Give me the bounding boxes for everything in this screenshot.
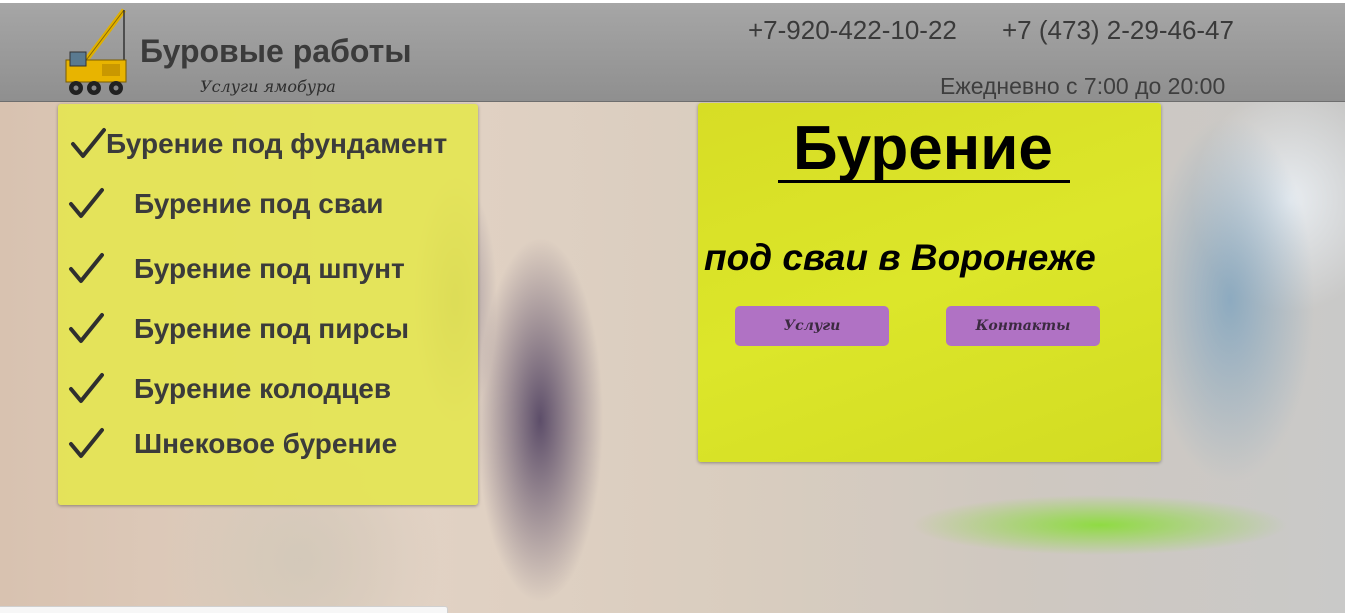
- phone-number-mobile[interactable]: +7-920-422-10-22: [748, 15, 957, 46]
- site-subtitle: Услуги ямобура: [200, 77, 336, 96]
- services-list-panel: Бурение под фундамент Бурение под сваи Б…: [58, 104, 478, 505]
- service-item-foundation[interactable]: Бурение под фундамент: [70, 124, 447, 164]
- service-item-piers[interactable]: Бурение под пирсы: [68, 309, 409, 349]
- check-icon: [69, 188, 104, 218]
- check-icon: [71, 128, 106, 158]
- service-label: Бурение под шпунт: [134, 253, 405, 284]
- bottom-content-edge: [0, 606, 448, 613]
- service-item-piles[interactable]: Бурение под сваи: [68, 184, 384, 224]
- service-label: Бурение колодцев: [134, 373, 392, 404]
- service-item-auger[interactable]: Шнековое бурение: [68, 424, 397, 464]
- crane-icon[interactable]: [62, 8, 130, 98]
- services-button[interactable]: Услуги: [735, 306, 889, 346]
- check-icon: [69, 428, 104, 458]
- check-icon: [69, 253, 104, 283]
- hero-subtitle: под сваи в Воронеже: [704, 237, 1096, 278]
- working-hours: Ежедневно с 7:00 до 20:00: [940, 73, 1226, 99]
- contacts-button[interactable]: Контакты: [946, 306, 1100, 346]
- service-label: Бурение под пирсы: [134, 313, 410, 344]
- check-icon: [69, 313, 104, 343]
- phone-number-landline[interactable]: +7 (473) 2-29-46-47: [1002, 15, 1234, 46]
- service-label: Бурение под сваи: [134, 188, 384, 219]
- check-icon: [69, 373, 104, 403]
- service-item-sheet-piles[interactable]: Бурение под шпунт: [68, 249, 405, 289]
- hero-title-underline: [778, 180, 1070, 183]
- service-item-wells[interactable]: Бурение колодцев: [68, 369, 391, 409]
- hero-title: Бурение: [793, 114, 1053, 183]
- site-title: Буровые работы: [140, 33, 412, 69]
- service-label: Шнековое бурение: [134, 428, 398, 459]
- hero-panel: Бурение под сваи в Воронеже Услуги Конта…: [698, 103, 1161, 462]
- site-header: Буровые работы Услуги ямобура +7-920-422…: [0, 3, 1345, 102]
- service-label: Бурение под фундамент: [106, 128, 448, 159]
